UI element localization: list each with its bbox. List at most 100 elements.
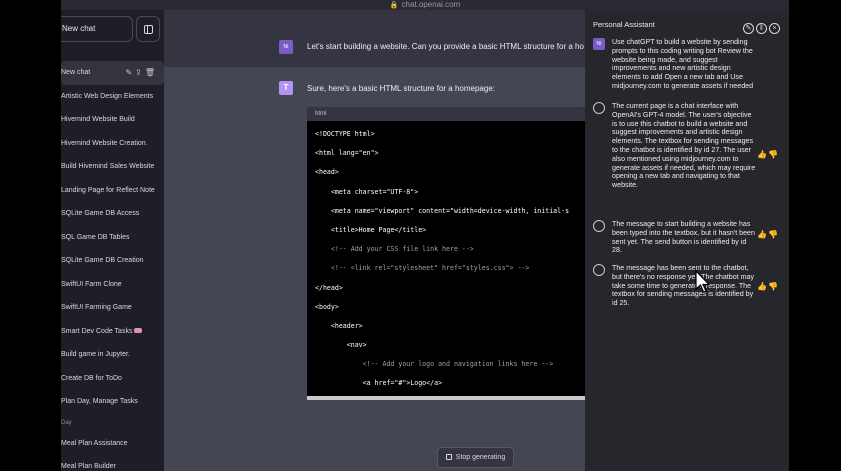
chat-history-item[interactable]: SQLite Game DB Creation <box>61 249 164 273</box>
code-block: html <!DOCTYPE html> <html lang="en"> <hea… <box>307 107 585 400</box>
letterbox-left <box>0 0 61 471</box>
thumbs-down-icon[interactable]: 👎 <box>768 282 779 291</box>
chat-history-item[interactable]: Hivemind Website Build <box>61 108 164 132</box>
chat-main: NI Let's start building a website. Can y… <box>164 10 585 471</box>
assistant-step: The current page is a chat interface wit… <box>593 102 783 222</box>
objective-text: Use chatGPT to build a website by sendin… <box>612 38 754 90</box>
new-chat-label: New chat <box>62 24 96 33</box>
step-text: The message to start building a website … <box>612 220 755 255</box>
code-line: <!DOCTYPE html> <box>315 130 375 138</box>
user-message: Let's start building a website. Can you … <box>307 42 584 51</box>
chat-history-item[interactable]: Create DB for ToDo <box>61 367 164 391</box>
code-line: <!-- Add your logo and navigation links … <box>315 360 554 369</box>
chat-history-label: Meal Plan Assistance <box>61 439 128 447</box>
feedback-buttons: 👍👎 <box>757 230 779 239</box>
code-line: <a href="#">Logo</a> <box>315 379 443 388</box>
assistant-message-row: T Sure, here's a basic HTML structure fo… <box>164 67 585 471</box>
user-message-row: NI Let's start building a website. Can y… <box>164 27 585 72</box>
panel-title: Personal Assistant <box>593 20 655 29</box>
assistant-message: Sure, here's a basic HTML structure for … <box>307 84 495 93</box>
chat-history-item[interactable]: Artistic Web Design Elements <box>61 85 164 109</box>
chat-history-item-active[interactable]: New chat ✎⇪🗑 <box>61 61 164 85</box>
chat-history-item[interactable]: Landing Page for Reflect Note <box>61 179 164 203</box>
chat-history-item[interactable]: Hivemind Website Creation. <box>61 132 164 156</box>
stop-generating-button[interactable]: Stop generating <box>437 447 514 468</box>
chat-history-item[interactable]: Build Hivemind Sales Website <box>61 155 164 179</box>
chat-history-item[interactable]: Build game in Jupyter. <box>61 343 164 367</box>
chat-history-item[interactable]: SwiftUI Farm Clone <box>61 273 164 297</box>
code-content: <!DOCTYPE html> <html lang="en"> <head> <m… <box>307 121 585 400</box>
chat-history-label: Hivemind Website Creation. <box>61 139 148 147</box>
stop-generating-label: Stop generating <box>455 454 506 461</box>
chat-history-item[interactable]: Smart Dev Code Tasks <box>61 320 164 344</box>
chat-history-item[interactable]: Plan Day, Manage Tasks <box>61 390 164 414</box>
pause-icon[interactable]: ‖ <box>756 23 767 34</box>
chat-history-item[interactable]: SwiftUI Farming Game <box>61 296 164 320</box>
address-bar[interactable]: 🔒 chat.openai.com <box>61 0 789 10</box>
toggle-sidebar-button[interactable] <box>136 16 160 42</box>
thumbs-up-icon[interactable]: 👍 <box>757 230 768 239</box>
code-line: <title>Home Page</title> <box>315 225 427 234</box>
chat-history-label: Plan Day, Manage Tasks <box>61 398 138 405</box>
chat-history-label: SQL Game DB Tables <box>61 233 130 241</box>
chat-history-item[interactable]: Meal Plan Assistance <box>61 432 164 456</box>
edit-icon[interactable]: ✎ <box>125 68 135 77</box>
sidebar-toggle-icon <box>144 25 153 34</box>
edit-icon[interactable]: ✎ <box>743 23 754 34</box>
step-text: The message has been sent to the chatbot… <box>612 264 754 308</box>
chat-history-label: SwiftUI Farm Clone <box>61 280 122 288</box>
trash-icon[interactable]: 🗑 <box>145 68 158 77</box>
sidebar: New chat New chat ✎⇪🗑 Artistic Web Desig… <box>61 10 164 471</box>
personal-assistant-panel: Personal Assistant ✎ ‖ × NI Use chatGPT to… <box>585 10 789 471</box>
code-line: </head> <box>315 283 343 292</box>
step-status-icon <box>593 102 605 114</box>
user-avatar: NI <box>279 40 293 54</box>
code-line: <head> <box>315 168 339 177</box>
chat-history-label: SQLite Game DB Creation <box>61 257 144 264</box>
code-line: <meta charset="UTF-8"> <box>315 187 419 196</box>
mouse-cursor-icon <box>695 270 711 293</box>
step-status-icon <box>593 220 605 232</box>
close-icon[interactable]: × <box>769 23 780 34</box>
feedback-buttons: 👍👎 <box>757 282 779 291</box>
code-line: <!-- <link rel="stylesheet" href="styles… <box>315 264 530 273</box>
chat-history-label: New chat <box>61 69 91 76</box>
letterbox-right <box>789 0 841 471</box>
chat-history-label: Build Hivemind Sales Website <box>61 163 155 170</box>
thumbs-up-icon[interactable]: 👍 <box>757 150 768 159</box>
assistant-avatar: T <box>279 81 293 95</box>
code-scrollbar[interactable] <box>307 396 585 400</box>
chat-history-item[interactable]: SQL Game DB Tables <box>61 226 164 250</box>
chat-history-label: Smart Dev Code Tasks <box>61 327 133 335</box>
code-line: <html lang="en"> <box>315 149 379 158</box>
stop-icon <box>445 454 452 460</box>
share-icon[interactable]: ⇪ <box>135 68 145 77</box>
code-line: <meta name="viewport" content="width=dev… <box>315 206 570 215</box>
chat-history-label: Create DB for ToDo <box>61 374 122 382</box>
code-line: <nav> <box>315 341 367 350</box>
chat-history-item[interactable]: Meal Plan Builder <box>61 455 164 471</box>
chat-history-label: Meal Plan Builder <box>61 463 116 470</box>
chat-history-label: Landing Page for Reflect Note <box>61 186 155 194</box>
emoji-icon <box>134 328 143 334</box>
chat-history-label: Artistic Web Design Elements <box>61 92 154 100</box>
feedback-buttons: 👍👎 <box>757 150 779 159</box>
new-chat-button[interactable]: New chat <box>61 16 133 42</box>
assistant-step: The message to start building a website … <box>593 220 783 260</box>
assistant-step: The message has been sent to the chatbot… <box>593 264 783 320</box>
chat-history-item[interactable]: SQLite Game DB Access <box>61 202 164 226</box>
thumbs-down-icon[interactable]: 👎 <box>768 150 779 159</box>
assistant-objective: NI Use chatGPT to build a website by sen… <box>593 38 783 98</box>
thumbs-up-icon[interactable]: 👍 <box>757 282 768 291</box>
address-url: chat.openai.com <box>401 0 461 9</box>
chat-history-label: SwiftUI Farming Game <box>61 304 132 311</box>
chat-history-label: Build game in Jupyter. <box>61 351 130 358</box>
chat-history-label: Hivemind Website Build <box>61 116 135 123</box>
step-text: The current page is a chat interface wit… <box>612 102 756 190</box>
step-status-icon <box>593 264 605 276</box>
thumbs-down-icon[interactable]: 👎 <box>768 230 779 239</box>
chat-actions: ✎⇪🗑 <box>125 61 158 85</box>
code-language-label: html <box>307 107 585 121</box>
code-line: <!-- Add your CSS file link here --> <box>315 245 474 254</box>
chat-history-list: New chat ✎⇪🗑 Artistic Web Design Element… <box>61 61 164 471</box>
